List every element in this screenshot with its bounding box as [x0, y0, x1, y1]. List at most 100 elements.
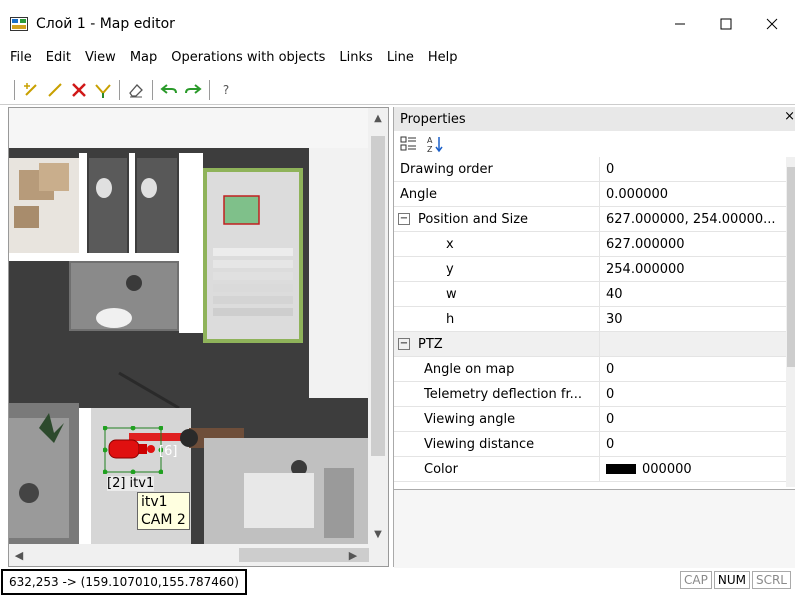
prop-name: Telemetry deflection fr... [424, 386, 583, 402]
prop-row-viewing-distance[interactable]: Viewing distance 0 [394, 431, 786, 457]
toolbar-separator [152, 79, 153, 100]
add-object-icon [24, 82, 37, 96]
categorized-icon[interactable] [400, 136, 418, 152]
floor-plan [9, 108, 368, 544]
prop-name: x [446, 236, 454, 252]
prop-name: PTZ [418, 336, 443, 352]
prop-value[interactable]: 0 [600, 437, 786, 452]
eraser-button[interactable] [125, 79, 147, 101]
map-canvas[interactable]: [6] [2] itv1 itv1 CAM 2 [9, 108, 368, 544]
scroll-lock-indicator: SCRL [751, 571, 791, 589]
toolbar-separator [209, 79, 210, 100]
prop-row-color[interactable]: Color 000000 [394, 456, 786, 482]
collapse-icon[interactable]: − [398, 213, 410, 225]
title-bar: Слой 1 - Map editor [0, 8, 795, 40]
maximize-button[interactable] [703, 8, 749, 40]
properties-panel: Properties × A Z Drawing order 0 Angle 0… [393, 107, 795, 568]
menu-links[interactable]: Links [339, 48, 372, 67]
draw-line-button[interactable] [44, 79, 66, 101]
alphabetical-sort-icon[interactable]: A Z [426, 135, 444, 153]
help-icon: ? [222, 82, 230, 97]
prop-value[interactable]: 0.000000 [600, 187, 786, 202]
property-grid-scrollbar[interactable] [786, 157, 795, 487]
prop-row-x[interactable]: x 627.000000 [394, 231, 786, 257]
prop-value[interactable]: 627.000000, 254.00000... [600, 212, 786, 227]
move-button[interactable] [92, 79, 114, 101]
prop-value[interactable]: 30 [600, 312, 786, 327]
camera-object[interactable] [103, 426, 163, 474]
prop-name: w [446, 286, 457, 302]
minimize-button[interactable] [657, 8, 703, 40]
camera-label: [2] itv1 [107, 476, 155, 491]
menu-view[interactable]: View [85, 48, 116, 67]
coordinate-readout: 632,253 -> (159.107010,155.787460) [1, 569, 247, 595]
prop-row-position-and-size[interactable]: − Position and Size 627.000000, 254.00000… [394, 206, 786, 232]
map-horizontal-scrollbar[interactable]: ◀ ▶ [9, 544, 388, 566]
num-lock-indicator: NUM [713, 571, 750, 589]
scroll-up-arrow[interactable]: ▲ [368, 108, 388, 128]
prop-row-h[interactable]: h 30 [394, 306, 786, 332]
prop-row-viewing-angle[interactable]: Viewing angle 0 [394, 406, 786, 432]
prop-name: y [446, 261, 454, 277]
prop-name: Drawing order [400, 161, 493, 177]
scroll-down-arrow[interactable]: ▼ [368, 524, 388, 544]
move-icon [95, 83, 111, 98]
maximize-icon [720, 18, 732, 30]
map-view[interactable]: [6] [2] itv1 itv1 CAM 2 ▲ ▼ ◀ ▶ [8, 107, 389, 567]
prop-row-angle[interactable]: Angle 0.000000 [394, 181, 786, 207]
scroll-right-arrow[interactable]: ▶ [343, 544, 363, 566]
prop-row-ptz[interactable]: − PTZ [394, 331, 786, 357]
menu-map[interactable]: Map [130, 48, 157, 67]
prop-value[interactable]: 0 [600, 162, 786, 177]
properties-header: Properties × [394, 107, 795, 131]
undo-button[interactable] [158, 79, 180, 101]
prop-row-y[interactable]: y 254.000000 [394, 256, 786, 282]
color-swatch[interactable] [606, 464, 636, 474]
property-grid: Drawing order 0 Angle 0.000000 − Position… [394, 157, 795, 487]
properties-close-button[interactable]: × [784, 109, 795, 124]
window-title: Слой 1 - Map editor [36, 16, 175, 32]
menu-file[interactable]: File [10, 48, 32, 67]
prop-row-angle-on-map[interactable]: Angle on map 0 [394, 356, 786, 382]
minimize-icon [675, 23, 685, 25]
map-vertical-scrollbar[interactable]: ▲ ▼ [368, 108, 388, 544]
prop-row-drawing-order[interactable]: Drawing order 0 [394, 157, 786, 182]
close-button[interactable] [749, 8, 795, 40]
prop-row-w[interactable]: w 40 [394, 281, 786, 307]
tooltip-line2: CAM 2 [141, 512, 186, 528]
undo-icon [160, 83, 177, 94]
prop-value[interactable]: 0 [600, 362, 786, 377]
property-grid-scroll-thumb[interactable] [787, 167, 795, 367]
toolbar-separator [14, 79, 15, 100]
eraser-icon [129, 83, 143, 97]
properties-title: Properties [400, 111, 466, 127]
prop-value[interactable]: 627.000000 [600, 237, 786, 252]
help-button[interactable]: ? [215, 79, 237, 101]
status-bar: 632,253 -> (159.107010,155.787460) CAP N… [0, 569, 795, 595]
prop-value[interactable]: 0 [600, 387, 786, 402]
vertical-scroll-thumb[interactable] [371, 136, 385, 456]
menu-line[interactable]: Line [387, 48, 414, 67]
tooltip-line1: itv1 [141, 494, 168, 510]
prop-value[interactable]: 254.000000 [600, 262, 786, 277]
menu-edit[interactable]: Edit [46, 48, 71, 67]
redo-button[interactable] [182, 79, 204, 101]
svg-text:A: A [427, 136, 433, 145]
delete-button[interactable] [68, 79, 90, 101]
menu-operations-with-objects[interactable]: Operations with objects [171, 48, 325, 67]
prop-value[interactable]: 0 [600, 412, 786, 427]
scroll-left-arrow[interactable]: ◀ [9, 544, 29, 566]
prop-name: Color [424, 461, 458, 477]
prop-name: Angle on map [424, 361, 515, 377]
property-description-box [394, 489, 795, 568]
collapse-icon[interactable]: − [398, 338, 410, 350]
menu-help[interactable]: Help [428, 48, 458, 67]
prop-value[interactable]: 40 [600, 287, 786, 302]
draw-line-icon [48, 82, 62, 97]
prop-value[interactable]: 000000 [642, 462, 692, 477]
prop-row-telemetry-deflection[interactable]: Telemetry deflection fr... 0 [394, 381, 786, 407]
app-icon [10, 17, 28, 31]
prop-name: h [446, 311, 455, 327]
add-object-button[interactable] [20, 79, 42, 101]
prop-name: Viewing distance [424, 436, 535, 452]
